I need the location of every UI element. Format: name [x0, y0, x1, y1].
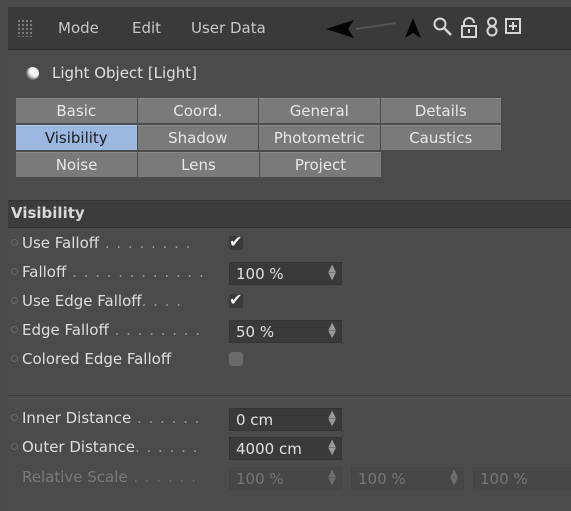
tab-project[interactable]: Project — [260, 152, 381, 177]
tab-details[interactable]: Details — [380, 98, 501, 123]
up-arrow-icon[interactable] — [404, 16, 422, 40]
stepper-arrows-icon[interactable]: ▲ ▼ — [328, 264, 336, 282]
animate-dot-icon[interactable] — [11, 297, 18, 304]
tab-visibility[interactable]: Visibility — [16, 125, 137, 150]
back-arrow-icon[interactable] — [326, 16, 400, 42]
stepper-arrows-icon[interactable]: ▲ ▼ — [328, 469, 336, 487]
param-row-edge-falloff: Edge Falloff . . . . . . . . 50 % ▲ ▼ — [8, 316, 571, 346]
tab-general[interactable]: General — [259, 98, 380, 123]
field-value: 100 % — [480, 470, 528, 488]
object-title: Light Object [Light] — [52, 64, 197, 82]
relative-scale-z-field[interactable]: 100 % — [473, 467, 571, 490]
param-row-colored-edge-falloff: Colored Edge Falloff — [8, 345, 571, 375]
section-title: Visibility — [11, 204, 85, 222]
lock-icon[interactable] — [460, 16, 478, 40]
falloff-field[interactable]: 100 % ▲ ▼ — [229, 262, 342, 285]
param-label: Falloff . . . . . . . . . . . . — [22, 263, 205, 281]
tab-noise[interactable]: Noise — [16, 152, 137, 177]
stepper-arrows-icon[interactable]: ▲ ▼ — [450, 469, 458, 487]
menu-mode[interactable]: Mode — [58, 19, 99, 37]
tab-row: Noise Lens Project — [16, 152, 502, 178]
param-row-relative-scale: Relative Scale . . . . . . 100 % ▲ ▼ 100 … — [8, 463, 571, 493]
use-falloff-checkbox[interactable]: ✔ — [229, 232, 243, 251]
animate-dot-icon[interactable] — [11, 326, 18, 333]
field-value: 0 cm — [236, 411, 274, 429]
tab-row: Basic Coord. General Details — [16, 98, 502, 124]
param-label: Colored Edge Falloff — [22, 350, 172, 368]
tab-shadow[interactable]: Shadow — [137, 125, 258, 150]
tab-row: Visibility Shadow Photometric Caustics — [16, 125, 502, 151]
attribute-manager-panel: Mode Edit User Data Light Object [Light]… — [8, 7, 571, 511]
stepper-arrows-icon[interactable]: ▲ ▼ — [328, 410, 336, 428]
param-label: Outer Distance. . . . . . — [22, 438, 199, 456]
checkmark-icon: ✔ — [229, 290, 243, 309]
tab-photometric[interactable]: Photometric — [259, 125, 380, 150]
param-row-falloff: Falloff . . . . . . . . . . . . 100 % ▲ ▼ — [8, 258, 571, 288]
field-value: 100 % — [236, 470, 284, 488]
stepper-arrows-icon[interactable]: ▲ ▼ — [328, 439, 336, 457]
checkmark-icon: ✔ — [229, 232, 243, 251]
animate-dot-icon[interactable] — [11, 443, 18, 450]
param-row-outer-distance: Outer Distance. . . . . . 4000 cm ▲ ▼ — [8, 433, 571, 463]
param-label: Edge Falloff . . . . . . . . — [22, 321, 202, 339]
tab-basic[interactable]: Basic — [16, 98, 137, 123]
relative-scale-y-field[interactable]: 100 % ▲ ▼ — [351, 467, 464, 490]
edge-falloff-field[interactable]: 50 % ▲ ▼ — [229, 320, 342, 343]
animate-dot-icon[interactable] — [11, 268, 18, 275]
relative-scale-x-field[interactable]: 100 % ▲ ▼ — [229, 467, 342, 490]
param-label: Use Edge Falloff. . . . — [22, 292, 182, 310]
field-value: 100 % — [236, 265, 284, 283]
field-value: 4000 cm — [236, 440, 302, 458]
outer-distance-field[interactable]: 4000 cm ▲ ▼ — [229, 437, 342, 460]
tab-coord[interactable]: Coord. — [137, 98, 258, 123]
menu-edit[interactable]: Edit — [132, 19, 161, 37]
search-icon[interactable] — [432, 16, 454, 40]
param-label: Use Falloff . . . . . . . . — [22, 234, 192, 252]
stepper-arrows-icon[interactable]: ▲ ▼ — [328, 322, 336, 340]
use-edge-falloff-checkbox[interactable]: ✔ — [229, 290, 243, 309]
colored-edge-falloff-checkbox[interactable] — [229, 352, 243, 366]
param-row-use-falloff: Use Falloff . . . . . . . . ✔ — [8, 229, 571, 259]
animate-dot-icon[interactable] — [11, 414, 18, 421]
param-label: Inner Distance . . . . . . — [22, 409, 201, 427]
animate-dot-icon[interactable] — [11, 239, 18, 246]
menu-user-data[interactable]: User Data — [191, 19, 266, 37]
light-bulb-icon — [26, 67, 39, 80]
animate-dot-icon[interactable] — [11, 355, 18, 362]
inner-distance-field[interactable]: 0 cm ▲ ▼ — [229, 408, 342, 431]
object-header: Light Object [Light] — [8, 57, 571, 89]
tab-lens[interactable]: Lens — [138, 152, 259, 177]
section-header[interactable]: Visibility — [8, 200, 571, 228]
field-value: 100 % — [358, 470, 406, 488]
link-icon[interactable] — [484, 16, 500, 40]
new-window-icon[interactable] — [504, 16, 522, 40]
tab-bar: Basic Coord. General Details Visibility … — [16, 98, 502, 179]
menu-bar: Mode Edit User Data — [8, 7, 571, 50]
param-label: Relative Scale . . . . . . — [22, 468, 197, 486]
param-row-use-edge-falloff: Use Edge Falloff. . . . ✔ — [8, 287, 571, 317]
param-row-inner-distance: Inner Distance . . . . . . 0 cm ▲ ▼ — [8, 404, 571, 434]
grip-handle-icon[interactable] — [17, 19, 33, 37]
tab-caustics[interactable]: Caustics — [380, 125, 501, 150]
field-value: 50 % — [236, 323, 275, 341]
divider — [8, 395, 571, 399]
